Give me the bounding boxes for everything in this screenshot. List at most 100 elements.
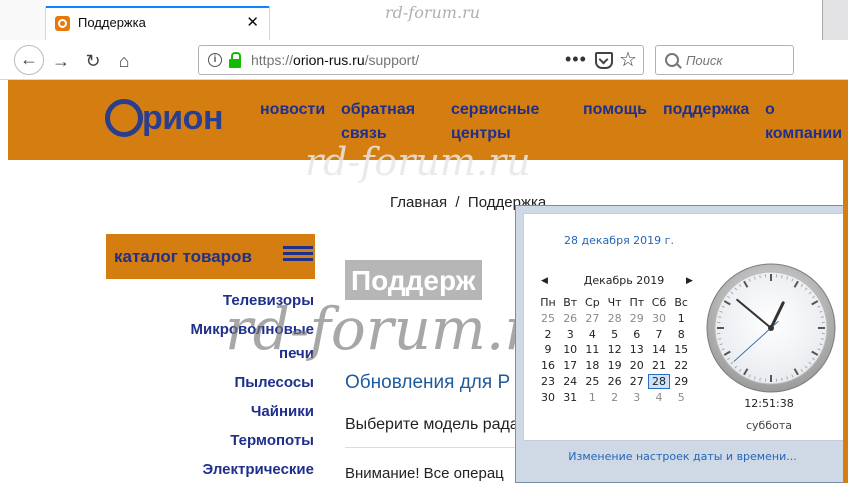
orion-logo[interactable]: рион bbox=[105, 93, 245, 143]
calendar-day[interactable]: 5 bbox=[604, 327, 626, 342]
calendar-day[interactable]: 2 bbox=[604, 390, 626, 405]
reload-icon[interactable]: ↻ bbox=[80, 48, 106, 74]
category-vacuum[interactable]: Пылесосы bbox=[234, 371, 314, 395]
calendar-day[interactable]: 18 bbox=[581, 358, 603, 373]
home-icon[interactable]: ⌂ bbox=[111, 48, 137, 74]
calendar-day[interactable]: 12 bbox=[604, 342, 626, 357]
clock-tick bbox=[759, 275, 761, 279]
calendar-day[interactable]: 9 bbox=[537, 342, 559, 357]
info-icon[interactable]: i bbox=[208, 53, 222, 67]
browser-tab[interactable]: Поддержка ✕ bbox=[45, 6, 270, 40]
calendar-day[interactable]: 17 bbox=[559, 358, 581, 373]
category-label: Электрические bbox=[202, 461, 314, 478]
weekday-header: Пт bbox=[629, 296, 645, 309]
calendar-day[interactable]: 16 bbox=[537, 358, 559, 373]
calendar-day[interactable]: 25 bbox=[581, 374, 603, 389]
pocket-icon[interactable] bbox=[595, 52, 613, 69]
search-input[interactable]: Поиск bbox=[686, 53, 723, 68]
clock-center-pin bbox=[768, 325, 774, 331]
page-actions-more-icon[interactable]: ••• bbox=[565, 49, 587, 70]
calendar-month-label[interactable]: Декабрь 2019 bbox=[569, 274, 679, 287]
clock-time: 12:51:38 bbox=[744, 397, 794, 410]
calendar-day[interactable]: 1 bbox=[581, 390, 603, 405]
calendar-day[interactable]: 31 bbox=[559, 390, 581, 405]
category-label: Пылесосы bbox=[234, 374, 314, 391]
clock-weekday: суббота bbox=[745, 419, 792, 432]
analog-clock bbox=[706, 263, 836, 393]
long-date-link[interactable]: 28 декабря 2019 г. bbox=[524, 234, 714, 247]
calendar-day[interactable]: 6 bbox=[626, 327, 648, 342]
calendar-day[interactable]: 25 bbox=[537, 311, 559, 326]
search-bar[interactable]: Поиск bbox=[655, 45, 794, 75]
nav-support-label: поддержка bbox=[663, 101, 750, 118]
calendar-day[interactable]: 29 bbox=[670, 374, 692, 389]
calendar-day[interactable]: 14 bbox=[648, 342, 670, 357]
url-text[interactable]: https://orion-rus.ru/support/ bbox=[251, 52, 419, 68]
category-kettles[interactable]: Чайники bbox=[251, 400, 314, 424]
active-tab-indicator bbox=[46, 6, 269, 8]
calendar-day[interactable]: 26 bbox=[604, 374, 626, 389]
calendar-day[interactable]: 28 bbox=[604, 311, 626, 326]
calendar-day[interactable]: 3 bbox=[559, 327, 581, 342]
calendar-day-today[interactable]: 28 bbox=[648, 374, 670, 389]
address-bar[interactable]: i https://orion-rus.ru/support/ ••• ☆ bbox=[198, 45, 644, 75]
category-thermopots[interactable]: Термопоты bbox=[230, 429, 314, 453]
search-icon bbox=[665, 53, 679, 67]
prev-month-arrow-icon[interactable]: ◀ bbox=[541, 275, 548, 286]
clock-tick bbox=[718, 316, 722, 318]
calendar-day[interactable]: 22 bbox=[670, 358, 692, 373]
calendar-day[interactable]: 5 bbox=[670, 390, 692, 405]
watermark-top: rd-forum.ru bbox=[385, 3, 481, 22]
nav-about-line1: о bbox=[765, 101, 775, 118]
lock-icon[interactable] bbox=[229, 52, 241, 68]
weekday-header: Вт bbox=[563, 296, 578, 309]
nav-about[interactable]: о компании bbox=[765, 98, 842, 146]
forward-arrow-icon[interactable]: → bbox=[48, 48, 74, 74]
nav-support[interactable]: поддержка bbox=[663, 98, 749, 122]
calendar-day[interactable]: 4 bbox=[581, 327, 603, 342]
calendar-day[interactable]: 30 bbox=[537, 390, 559, 405]
calendar-day[interactable]: 19 bbox=[604, 358, 626, 373]
calendar-day[interactable]: 20 bbox=[626, 358, 648, 373]
nav-news[interactable]: новости bbox=[260, 98, 325, 122]
calendar-day[interactable]: 27 bbox=[626, 374, 648, 389]
weekday-header: Пн bbox=[540, 296, 556, 309]
calendar-day[interactable]: 11 bbox=[581, 342, 603, 357]
calendar-day[interactable]: 4 bbox=[648, 390, 670, 405]
bookmark-star-icon[interactable]: ☆ bbox=[619, 47, 637, 72]
next-month-arrow-icon[interactable]: ▶ bbox=[686, 275, 693, 286]
url-path: /support/ bbox=[364, 52, 420, 68]
tab-strip-left bbox=[0, 0, 45, 40]
calendar-day[interactable]: 3 bbox=[626, 390, 648, 405]
close-tab-icon[interactable]: ✕ bbox=[246, 13, 259, 31]
calendar-day[interactable]: 23 bbox=[537, 374, 559, 389]
logo-text: рион bbox=[142, 99, 223, 137]
back-arrow-icon[interactable]: ← bbox=[14, 45, 44, 75]
logo-ring-icon bbox=[105, 99, 143, 137]
nav-service-centers[interactable]: сервисные центры bbox=[451, 98, 539, 146]
calendar-day[interactable]: 1 bbox=[670, 311, 692, 326]
page-right-edge bbox=[843, 80, 848, 483]
change-date-time-settings-link[interactable]: Изменение настроек даты и времени... bbox=[516, 450, 848, 463]
calendar-day[interactable]: 15 bbox=[670, 342, 692, 357]
calendar-day[interactable]: 21 bbox=[648, 358, 670, 373]
nav-feedback-line1: обратная bbox=[341, 101, 416, 118]
nav-help[interactable]: помощь bbox=[583, 98, 647, 122]
calendar-day[interactable]: 8 bbox=[670, 327, 692, 342]
calendar-day[interactable]: 10 bbox=[559, 342, 581, 357]
calendar-day[interactable]: 30 bbox=[648, 311, 670, 326]
calendar-day[interactable]: 2 bbox=[537, 327, 559, 342]
calendar-day[interactable]: 26 bbox=[559, 311, 581, 326]
url-host: orion-rus.ru bbox=[293, 52, 365, 68]
calendar-day[interactable]: 27 bbox=[581, 311, 603, 326]
calendar-day[interactable]: 29 bbox=[626, 311, 648, 326]
weekday-header: Сб bbox=[651, 296, 667, 309]
calendar-day[interactable]: 24 bbox=[559, 374, 581, 389]
calendar-day[interactable]: 13 bbox=[626, 342, 648, 357]
section-title: Обновления для Р bbox=[345, 372, 511, 393]
calendar-day[interactable]: 7 bbox=[648, 327, 670, 342]
catalog-button[interactable]: каталог товаров bbox=[106, 234, 315, 279]
category-electric[interactable]: Электрические bbox=[203, 458, 314, 482]
nav-feedback[interactable]: обратная связь bbox=[341, 98, 415, 146]
category-label: Чайники bbox=[250, 403, 314, 420]
